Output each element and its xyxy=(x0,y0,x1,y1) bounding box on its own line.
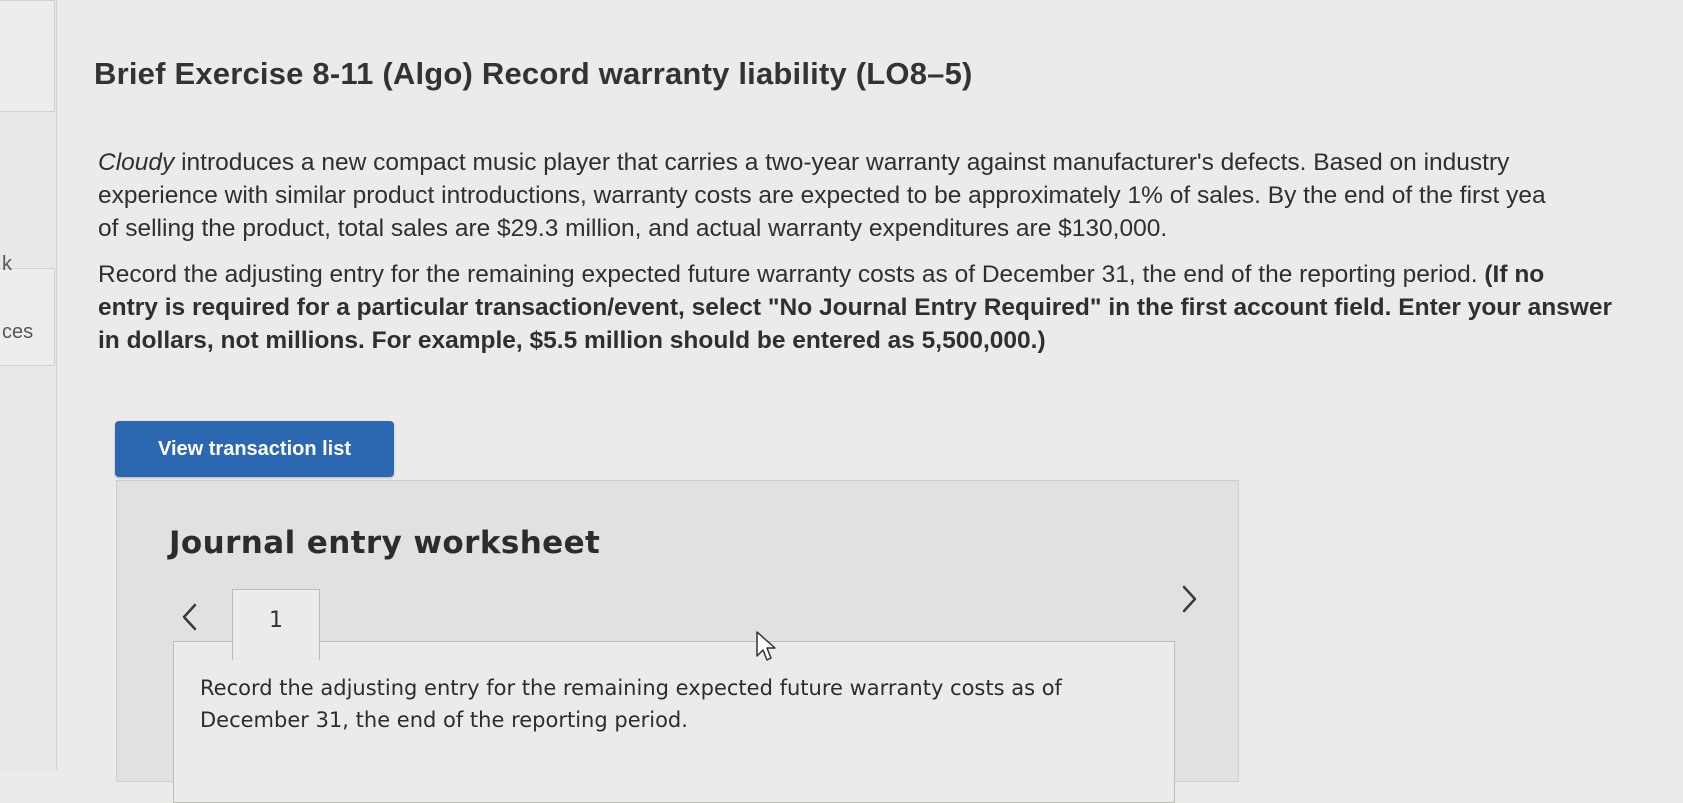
worksheet-title: Journal entry worksheet xyxy=(169,525,601,561)
problem-line-1: Cloudy introduces a new compact music pl… xyxy=(98,146,1683,179)
sidebar-panel-top[interactable] xyxy=(0,0,55,112)
sidebar-fragment-mid: ces xyxy=(2,321,34,343)
journal-entry-worksheet: Journal entry worksheet 1 Record the adj… xyxy=(116,480,1239,803)
chevron-left-icon[interactable] xyxy=(175,599,205,635)
chevron-right-icon[interactable] xyxy=(1175,581,1205,617)
problem-line-1-text: introduces a new compact music player th… xyxy=(174,149,1510,176)
worksheet-entry-panel: Record the adjusting entry for the remai… xyxy=(173,641,1175,803)
worksheet-instruction: Record the adjusting entry for the remai… xyxy=(200,676,1062,732)
problem-line-2: experience with similar product introduc… xyxy=(98,182,1546,209)
task-instructions: Record the adjusting entry for the remai… xyxy=(98,258,1683,357)
instruction-line-2: entry is required for a particular trans… xyxy=(98,294,1613,321)
instruction-line-3: in dollars, not millions. For example, $… xyxy=(98,327,1046,354)
instruction-plain-text: Record the adjusting entry for the remai… xyxy=(98,261,1485,288)
problem-line-3: of selling the product, total sales are … xyxy=(98,215,1168,242)
sidebar-fragment-top: k xyxy=(2,253,12,275)
instruction-line-1: Record the adjusting entry for the remai… xyxy=(98,258,1683,291)
left-sidebar: k ces xyxy=(0,0,57,770)
view-transaction-list-button[interactable]: View transaction list xyxy=(115,421,394,477)
company-name: Cloudy xyxy=(98,149,175,176)
instruction-bold-start: (If no xyxy=(1484,261,1545,288)
mouse-cursor-icon xyxy=(755,630,779,664)
problem-description: Cloudy introduces a new compact music pl… xyxy=(98,146,1683,245)
page-title: Brief Exercise 8-11 (Algo) Record warran… xyxy=(94,56,973,91)
tab-entry-1[interactable]: 1 xyxy=(232,589,320,660)
sidebar-panel-mid[interactable]: k ces xyxy=(0,253,55,366)
